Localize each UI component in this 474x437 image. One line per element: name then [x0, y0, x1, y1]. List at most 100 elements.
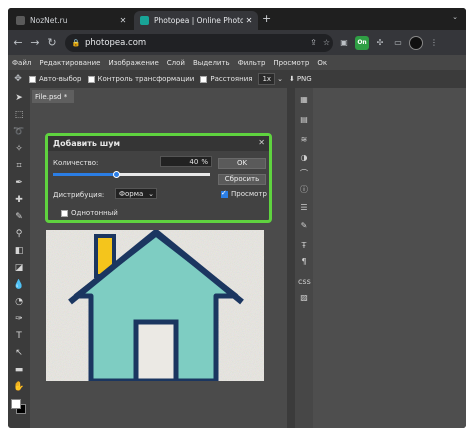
panel-divider	[287, 88, 295, 428]
sidepanel-icon[interactable]: ▭	[391, 36, 405, 50]
tab-search-icon[interactable]: ⌄	[452, 13, 458, 21]
brush-tool-icon[interactable]: ✎	[12, 211, 26, 224]
forward-icon[interactable]: →	[28, 36, 42, 49]
lasso-tool-icon[interactable]: ➰	[12, 126, 26, 139]
close-icon[interactable]: ✕	[243, 16, 255, 25]
browser-tab-photopea[interactable]: Photopea | Online Photo Editor ✕	[134, 11, 258, 30]
image-canvas[interactable]	[46, 230, 264, 381]
reset-button[interactable]: Сбросить	[218, 174, 266, 185]
path-select-icon[interactable]: ↖	[12, 347, 26, 360]
distances-label: Расстояния	[210, 75, 253, 83]
distribution-select[interactable]: Форма ⌄	[115, 188, 157, 199]
preview-label: Просмотр	[231, 190, 267, 198]
eraser-icon[interactable]: ◧	[12, 245, 26, 258]
extension-badge-icon[interactable]: On	[355, 35, 369, 50]
eyedropper-icon[interactable]: ✒	[12, 177, 26, 190]
preview-checkbox[interactable]: Просмотр	[221, 189, 267, 198]
dialog-header: Добавить шум ✕	[48, 136, 269, 151]
reload-icon[interactable]: ↻	[45, 36, 59, 49]
zoom-select[interactable]: 1x ⌄	[258, 73, 283, 85]
menu-image[interactable]: Изображение	[108, 59, 158, 67]
move-tool-icon[interactable]: ➤	[12, 92, 26, 105]
shape-tool-icon[interactable]: ▬	[12, 364, 26, 377]
distances-checkbox[interactable]: Расстояния	[200, 75, 252, 83]
ok-button[interactable]: OK	[218, 158, 266, 169]
address-input[interactable]: 🔒 photopea.com ⇪ ☆	[65, 33, 333, 52]
checkbox-box[interactable]	[221, 189, 228, 198]
download-icon: ⬇	[288, 75, 295, 83]
curves-icon[interactable]: ⌒	[298, 168, 310, 180]
bookmark-star-icon[interactable]: ☆	[320, 38, 333, 47]
extension-icon[interactable]: ▣	[337, 36, 351, 50]
menu-kebab-icon[interactable]: ⋮	[427, 36, 441, 50]
close-icon[interactable]: ✕	[258, 138, 265, 147]
monochrome-checkbox[interactable]: Однотонный	[61, 209, 118, 217]
address-bar-row: ← → ↻ 🔒 photopea.com ⇪ ☆ ▣ On ✣ ▭ ⋮	[8, 30, 466, 55]
type-tool-icon[interactable]: T	[12, 330, 26, 343]
pen-tool-icon[interactable]: ✑	[12, 313, 26, 326]
blur-tool-icon[interactable]: 💧	[12, 279, 26, 292]
dodge-tool-icon[interactable]: ◔	[12, 296, 26, 309]
amount-input[interactable]: 40 %	[160, 156, 212, 167]
history-icon[interactable]: ▦	[298, 94, 310, 106]
magic-wand-icon[interactable]: ✧	[12, 143, 26, 156]
share-icon[interactable]: ⇪	[307, 38, 320, 47]
checkbox-box[interactable]	[200, 75, 208, 83]
layers-icon[interactable]: ≋	[298, 134, 310, 146]
browser-tab-noznet[interactable]: NozNet.ru ✕	[10, 11, 132, 30]
close-icon[interactable]: ✕	[117, 16, 129, 25]
healing-brush-icon[interactable]: ✚	[12, 194, 26, 207]
character-icon[interactable]: Ŧ	[298, 240, 310, 252]
amount-label: Количество:	[53, 159, 99, 167]
house-image	[46, 230, 264, 381]
export-button[interactable]: ⬇ PNG	[289, 75, 312, 83]
url-text: photopea.com	[85, 37, 147, 48]
swatches-icon[interactable]: ▤	[298, 114, 310, 126]
brushes-icon[interactable]: ✎	[298, 220, 310, 232]
distribution-label: Дистрибуция:	[53, 191, 105, 199]
profile-avatar[interactable]	[409, 35, 423, 50]
clone-stamp-icon[interactable]: ⚲	[12, 228, 26, 241]
marquee-tool-icon[interactable]: ⬚	[12, 109, 26, 122]
photopea-favicon-icon	[140, 16, 149, 25]
hand-tool-icon[interactable]: ✋	[12, 381, 26, 394]
image-icon[interactable]: ▨	[298, 292, 310, 304]
browser-window: NozNet.ru ✕ Photopea | Online Photo Edit…	[8, 8, 466, 428]
checkbox-box[interactable]	[29, 75, 36, 83]
menu-window[interactable]: Ок	[317, 59, 327, 67]
properties-icon[interactable]: ☰	[298, 202, 310, 214]
tool-options-bar: ✥ Авто-выбор Контроль трансформации Расс…	[8, 70, 466, 88]
menu-view[interactable]: Просмотр	[273, 59, 309, 67]
move-tool-icon[interactable]: ✥	[11, 74, 25, 84]
info-icon[interactable]: ⓘ	[298, 184, 310, 196]
panel-icons-column: ▦ ▤ ≋ ◑ ⌒ ⓘ ☰ ✎ Ŧ ¶ css ▨	[295, 88, 313, 428]
menu-filter[interactable]: Фильтр	[238, 59, 266, 67]
amount-slider[interactable]	[53, 171, 210, 178]
checkbox-box[interactable]	[61, 209, 68, 217]
document-tab-label: File.psd *	[35, 92, 68, 101]
adjustments-icon[interactable]: ◑	[298, 152, 310, 164]
menu-file[interactable]: Файл	[12, 59, 31, 67]
paragraph-icon[interactable]: ¶	[298, 256, 310, 268]
lock-icon[interactable]: 🔒	[69, 39, 83, 47]
back-icon[interactable]: ←	[11, 36, 25, 49]
slider-handle[interactable]	[113, 171, 120, 178]
document-tab[interactable]: File.psd *	[32, 90, 74, 103]
paint-bucket-icon[interactable]: ◪	[12, 262, 26, 275]
new-tab-button[interactable]: +	[262, 12, 271, 25]
transform-control-checkbox[interactable]: Контроль трансформации	[87, 75, 195, 83]
left-toolbar: ➤ ⬚ ➰ ✧ ⌗ ✒ ✚ ✎ ⚲ ◧ ◪ 💧 ◔ ✑ T ↖ ▬ ✋	[8, 88, 30, 428]
zoom-value: 1x	[258, 73, 276, 85]
checkbox-box[interactable]	[87, 75, 95, 83]
puzzle-extensions-icon[interactable]: ✣	[373, 36, 387, 50]
app-menubar: Файл Редактирование Изображение Слой Выд…	[8, 55, 466, 70]
transform-control-label: Контроль трансформации	[97, 75, 195, 83]
foreground-color-swatch[interactable]	[11, 399, 21, 409]
tab-strip: NozNet.ru ✕ Photopea | Online Photo Edit…	[8, 8, 466, 30]
menu-layer[interactable]: Слой	[167, 59, 185, 67]
auto-select-checkbox[interactable]: Авто-выбор	[29, 75, 82, 83]
css-icon[interactable]: css	[298, 276, 311, 288]
menu-select[interactable]: Выделить	[193, 59, 230, 67]
menu-edit[interactable]: Редактирование	[39, 59, 100, 67]
crop-tool-icon[interactable]: ⌗	[12, 160, 26, 173]
